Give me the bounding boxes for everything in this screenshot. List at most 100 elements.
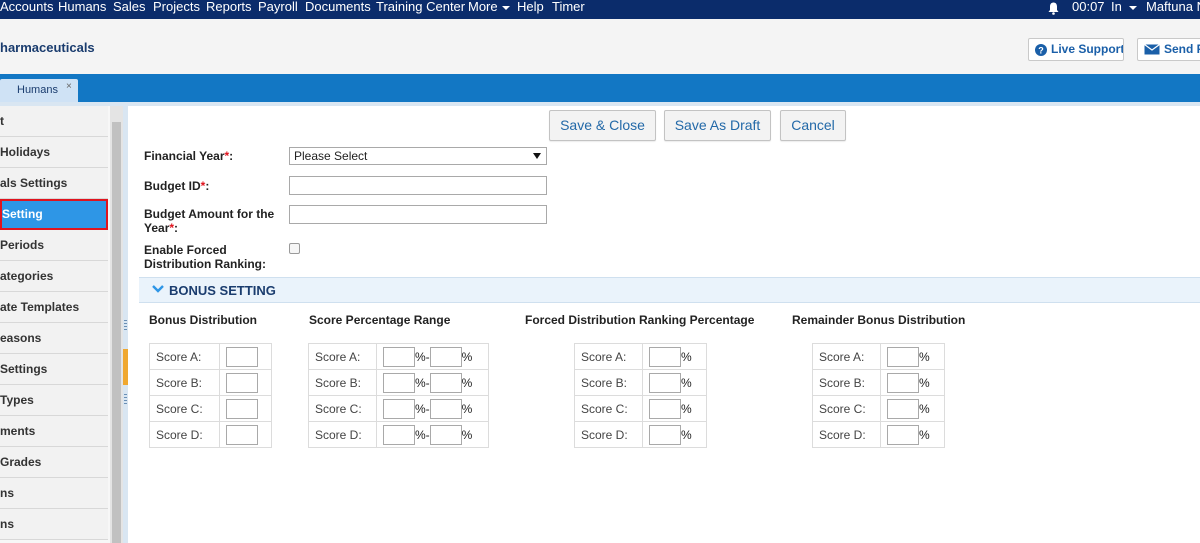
status-menu[interactable]: In bbox=[1111, 0, 1137, 19]
percent-sign: % bbox=[681, 375, 692, 390]
close-icon[interactable]: × bbox=[66, 81, 72, 92]
colon: : bbox=[229, 149, 234, 163]
nav-payroll[interactable]: Payroll bbox=[258, 0, 298, 19]
budget-amount-text-line2: Year bbox=[144, 221, 170, 235]
nav-humans[interactable]: Humans bbox=[58, 0, 106, 19]
status-label: In bbox=[1111, 0, 1122, 14]
score-label: Score D: bbox=[149, 421, 220, 448]
forced-d-input[interactable] bbox=[649, 424, 681, 445]
score-label: Score C: bbox=[812, 395, 881, 422]
sidebar-item-periods[interactable]: Periods bbox=[0, 230, 108, 261]
sidebar-item-types[interactable]: Types bbox=[0, 385, 108, 416]
nav-training-center[interactable]: Training Center bbox=[376, 0, 465, 19]
colon: : bbox=[205, 179, 210, 193]
percent-sign: % bbox=[461, 427, 473, 442]
sidebar-item-bonus-setting[interactable]: Setting bbox=[0, 199, 108, 230]
sidebar-item[interactable]: ns bbox=[0, 509, 108, 540]
sidebar-item-grades[interactable]: Grades bbox=[0, 447, 108, 478]
clock-readout: 00:07 bbox=[1072, 0, 1105, 14]
financial-year-text: Financial Year bbox=[144, 149, 225, 163]
table-row: Score C:% bbox=[812, 395, 945, 422]
tab-humans-label: Humans bbox=[17, 84, 58, 96]
sidebar-item[interactable]: t bbox=[0, 106, 108, 137]
range-d-max-input[interactable] bbox=[429, 424, 462, 445]
percent-sign: % bbox=[681, 349, 692, 364]
remainder-b-input[interactable] bbox=[887, 372, 919, 393]
bell-icon[interactable] bbox=[1048, 2, 1059, 15]
nav-more[interactable]: More bbox=[468, 0, 510, 19]
nav-documents[interactable]: Documents bbox=[305, 0, 371, 19]
remainder-bonus-table: Score A:% Score B:% Score C:% Score D:% bbox=[812, 343, 945, 448]
range-c-max-input[interactable] bbox=[429, 398, 462, 419]
score-label: Score B: bbox=[812, 369, 881, 396]
sidebar-item-settings[interactable]: Settings bbox=[0, 354, 108, 385]
table-row: Score A:% bbox=[812, 343, 945, 370]
nav-timer[interactable]: Timer bbox=[552, 0, 585, 19]
table-row: Score D: bbox=[149, 421, 272, 448]
range-a-max-input[interactable] bbox=[429, 346, 462, 367]
live-support-label: Live Support bbox=[1051, 42, 1124, 56]
remainder-d-input[interactable] bbox=[887, 424, 919, 445]
bonus-score-a-input[interactable] bbox=[226, 346, 258, 367]
range-d-min-input[interactable] bbox=[383, 424, 415, 445]
forced-a-input[interactable] bbox=[649, 346, 681, 367]
nav-sales[interactable]: Sales bbox=[113, 0, 146, 19]
forced-distribution-checkbox[interactable] bbox=[289, 243, 300, 254]
range-b-min-input[interactable] bbox=[383, 372, 415, 393]
sidebar-item-documents[interactable]: ments bbox=[0, 416, 108, 447]
user-menu[interactable]: Maftuna N bbox=[1146, 0, 1200, 19]
range-a-min-input[interactable] bbox=[383, 346, 415, 367]
range-c-min-input[interactable] bbox=[383, 398, 415, 419]
sidebar: t Holidays als Settings Setting Periods … bbox=[0, 106, 110, 543]
table-row: Score B: %-% bbox=[308, 369, 489, 396]
nav-help[interactable]: Help bbox=[517, 0, 544, 19]
remainder-a-input[interactable] bbox=[887, 346, 919, 367]
help-circle-icon: ? bbox=[1035, 43, 1047, 56]
sidebar-item-holidays[interactable]: Holidays bbox=[0, 137, 108, 168]
forced-distribution-label: Enable Forced Distribution Ranking: bbox=[144, 243, 266, 271]
bonus-score-d-input[interactable] bbox=[226, 424, 258, 445]
table-row: Score C: %-% bbox=[308, 395, 489, 422]
score-label: Score A: bbox=[574, 343, 643, 370]
sidebar-item-appraisals-settings[interactable]: als Settings bbox=[0, 168, 108, 199]
sidebar-scroll-thumb[interactable] bbox=[112, 122, 121, 543]
cancel-button[interactable]: Cancel bbox=[780, 110, 846, 141]
live-support-button[interactable]: ? Live Support bbox=[1028, 38, 1124, 61]
score-label: Score C: bbox=[149, 395, 220, 422]
save-draft-button[interactable]: Save As Draft bbox=[664, 110, 771, 141]
forced-b-input[interactable] bbox=[649, 372, 681, 393]
financial-year-select[interactable]: Please Select bbox=[289, 147, 547, 165]
score-label: Score D: bbox=[812, 421, 881, 448]
sidebar-item-reasons[interactable]: easons bbox=[0, 323, 108, 354]
score-label: Score D: bbox=[308, 421, 377, 448]
budget-amount-label: Budget Amount for the Year*: bbox=[144, 207, 274, 235]
nav-accounts[interactable]: Accounts bbox=[0, 0, 53, 19]
bonus-score-b-input[interactable] bbox=[226, 372, 258, 393]
budget-amount-input[interactable] bbox=[289, 205, 547, 224]
sidebar-item[interactable]: ns bbox=[0, 478, 108, 509]
grip-icon bbox=[124, 320, 127, 332]
forced-c-input[interactable] bbox=[649, 398, 681, 419]
nav-reports[interactable]: Reports bbox=[206, 0, 252, 19]
nav-projects[interactable]: Projects bbox=[153, 0, 200, 19]
table-row: Score D:% bbox=[574, 421, 707, 448]
bonus-setting-section-header[interactable]: BONUS SETTING bbox=[139, 277, 1200, 303]
sidebar-item-categories[interactable]: ategories bbox=[0, 261, 108, 292]
tab-humans[interactable]: Humans × bbox=[0, 79, 78, 102]
financial-year-value: Please Select bbox=[294, 149, 368, 163]
svg-text:?: ? bbox=[1038, 45, 1044, 55]
remainder-c-input[interactable] bbox=[887, 398, 919, 419]
app-header: harmaceuticals ? Live Support Send F bbox=[0, 19, 1200, 74]
table-row: Score A: bbox=[149, 343, 272, 370]
score-label: Score A: bbox=[308, 343, 377, 370]
save-close-button[interactable]: Save & Close bbox=[549, 110, 656, 141]
bonus-setting-title: BONUS SETTING bbox=[169, 283, 276, 298]
percent-sign: % bbox=[919, 401, 930, 416]
percent-sign: % bbox=[919, 349, 930, 364]
send-feedback-button[interactable]: Send F bbox=[1137, 38, 1200, 61]
bonus-score-c-input[interactable] bbox=[226, 398, 258, 419]
sidebar-item-templates[interactable]: ate Templates bbox=[0, 292, 108, 323]
budget-id-input[interactable] bbox=[289, 176, 547, 195]
range-b-max-input[interactable] bbox=[429, 372, 462, 393]
remainder-bonus-heading: Remainder Bonus Distribution bbox=[792, 313, 966, 327]
